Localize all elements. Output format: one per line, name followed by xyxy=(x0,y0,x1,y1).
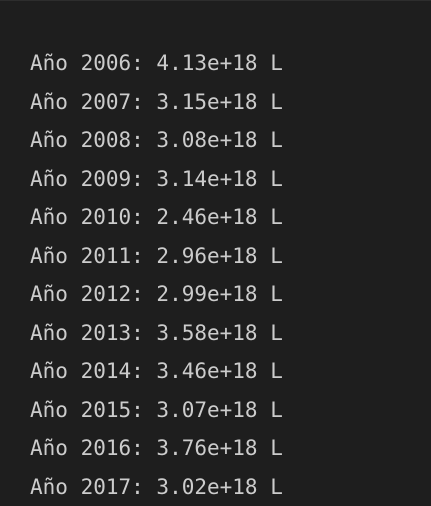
output-line: Año 2007: 3.15e+18 L xyxy=(30,83,283,122)
output-line: Año 2015: 3.07e+18 L xyxy=(30,391,283,430)
terminal-panel: Año 2006: 4.13e+18 L Año 2007: 3.15e+18 … xyxy=(0,0,431,501)
output-line: Año 2013: 3.58e+18 L xyxy=(30,314,283,353)
output-line: Año 2017: 3.02e+18 L xyxy=(30,468,283,506)
output-line: Año 2008: 3.08e+18 L xyxy=(30,121,283,160)
output-line: Año 2014: 3.46e+18 L xyxy=(30,352,283,391)
terminal-output: Año 2006: 4.13e+18 L Año 2007: 3.15e+18 … xyxy=(30,44,283,506)
output-line: Año 2009: 3.14e+18 L xyxy=(30,160,283,199)
output-line: Año 2006: 4.13e+18 L xyxy=(30,44,283,83)
output-line: Año 2011: 2.96e+18 L xyxy=(30,237,283,276)
output-line: Año 2010: 2.46e+18 L xyxy=(30,198,283,237)
output-line: Año 2012: 2.99e+18 L xyxy=(30,275,283,314)
output-line: Año 2016: 3.76e+18 L xyxy=(30,429,283,468)
